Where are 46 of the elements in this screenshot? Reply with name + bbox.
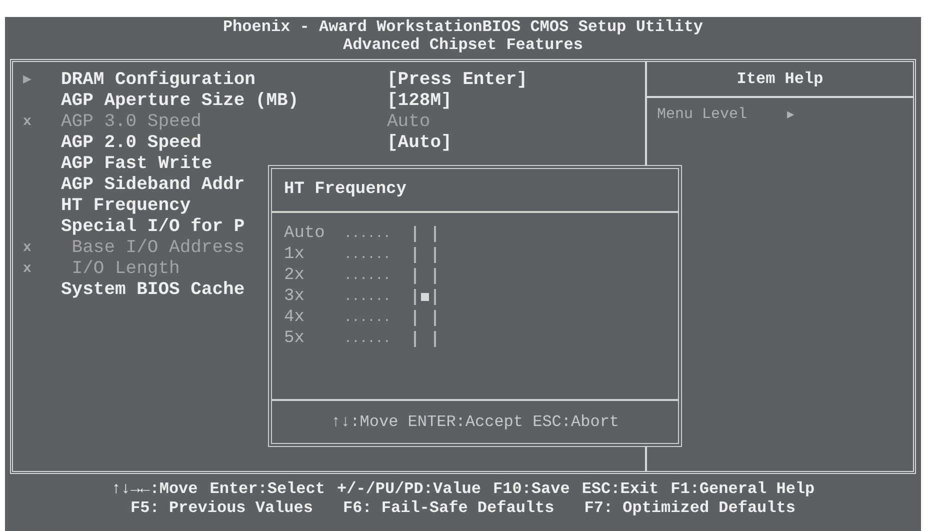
option-checkbox[interactable] <box>414 288 436 304</box>
option-row[interactable]: 4x ...... <box>272 307 678 328</box>
option-label: 4x <box>284 306 306 329</box>
key-hint: ESC:Exit <box>582 480 659 499</box>
option-checkbox[interactable] <box>414 226 436 242</box>
option-row[interactable]: 3x ...... <box>272 286 678 307</box>
option-label: Auto <box>284 222 326 245</box>
option-label: 2x <box>284 264 306 287</box>
page-title: Advanced Chipset Features <box>342 36 584 54</box>
disabled-marker: x <box>23 240 32 256</box>
popup-title: HT Frequency <box>284 179 406 202</box>
disabled-marker: x <box>23 114 32 130</box>
option-checkbox[interactable] <box>414 330 436 346</box>
option-label: 3x <box>284 286 306 308</box>
option-row[interactable]: Auto ...... <box>272 223 678 244</box>
leader-dots: ...... <box>344 330 392 348</box>
setting-value[interactable]: [128M] <box>387 88 452 115</box>
key-hint: ↑↓→←:Move <box>111 480 198 499</box>
leader-dots: ...... <box>344 308 392 327</box>
menu-level-marker: ▶ <box>787 107 794 124</box>
option-label: 5x <box>284 328 306 350</box>
setting-value[interactable]: [Auto] <box>387 130 452 157</box>
key-hint: F7: Optimized Defaults <box>584 499 796 518</box>
leader-dots: ...... <box>344 266 392 285</box>
key-hint: Enter:Select <box>210 480 325 499</box>
window-title: Phoenix - Award WorkstationBIOS CMOS Setup Utility <box>222 18 704 36</box>
key-hint: +/-/PU/PD:Value <box>336 480 481 499</box>
help-title: Item Help <box>736 69 824 90</box>
popup-key-hints: ↑↓:Move ENTER:Accept ESC:Abort <box>330 412 620 433</box>
leader-dots: ...... <box>344 288 392 306</box>
disabled-marker: x <box>23 261 32 277</box>
menu-level-label: Menu Level <box>657 105 748 125</box>
option-row[interactable]: 1x ...... <box>272 244 678 265</box>
key-hint: F10:Save <box>493 480 570 499</box>
option-row[interactable]: 2x ...... <box>272 265 678 286</box>
key-hint: F6: Fail-Safe Defaults <box>342 499 554 518</box>
option-row[interactable]: 5x ...... <box>272 328 678 349</box>
key-hint: F1:General Help <box>670 480 815 499</box>
option-checkbox[interactable] <box>414 268 436 284</box>
key-hint: F5: Previous Values <box>130 499 313 518</box>
option-label: 1x <box>284 244 306 266</box>
leader-dots: ...... <box>344 224 392 243</box>
option-checkbox[interactable] <box>414 310 436 326</box>
option-checkbox[interactable] <box>414 246 436 262</box>
leader-dots: ...... <box>344 246 392 264</box>
submenu-marker: ▶ <box>23 72 32 88</box>
